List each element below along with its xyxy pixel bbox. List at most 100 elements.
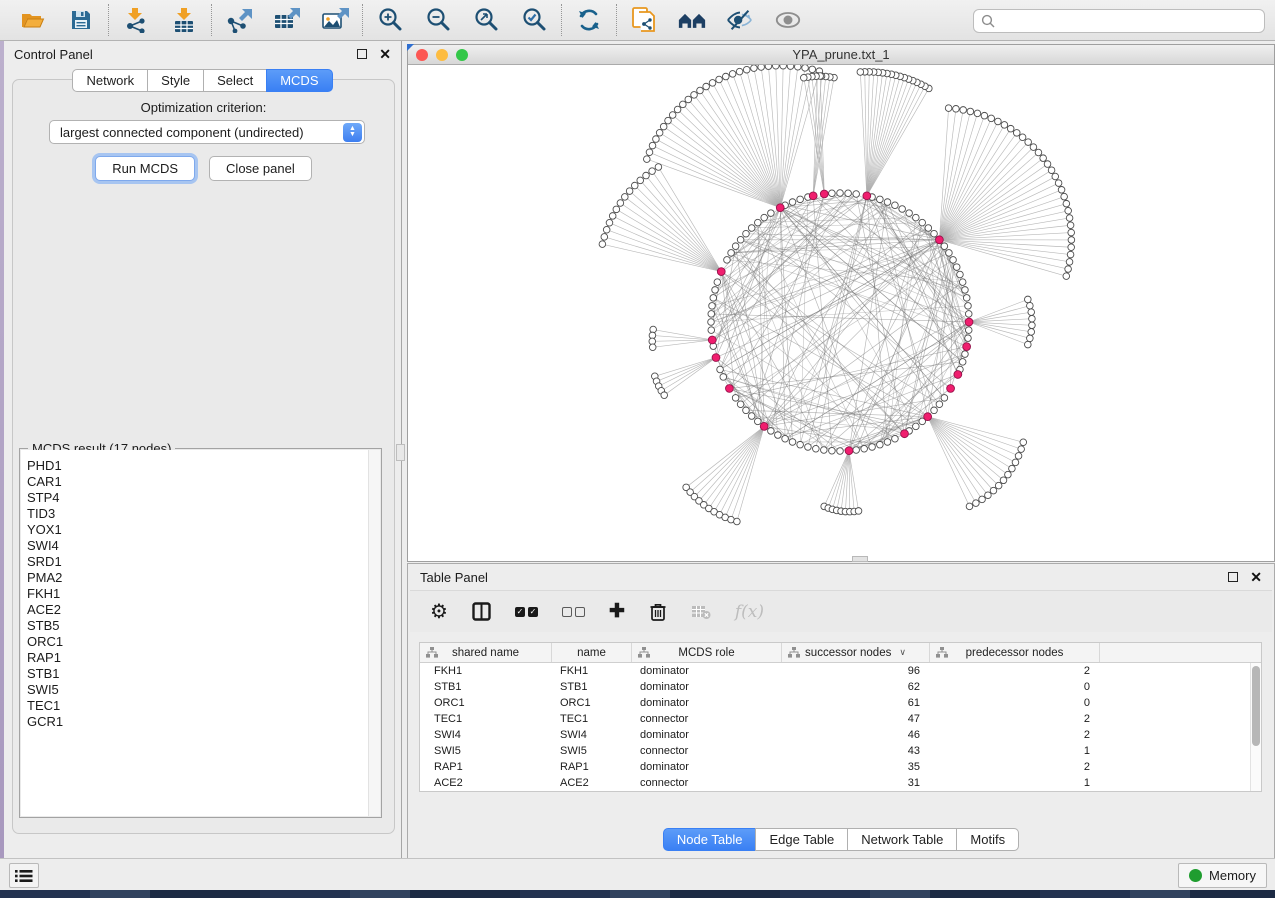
table-row[interactable]: RAP1RAP1dominator352 (420, 759, 1250, 775)
tab-style[interactable]: Style (147, 69, 203, 92)
hide-selected-icon[interactable] (726, 6, 754, 34)
maximize-traffic-light[interactable] (456, 49, 468, 61)
mcds-result-item[interactable]: STB5 (21, 618, 380, 634)
refresh-view-icon[interactable] (575, 6, 603, 34)
column-header-label: name (577, 647, 606, 659)
delete-column-trash-icon[interactable] (649, 602, 667, 622)
float-window-icon[interactable] (357, 49, 367, 59)
mcds-result-item[interactable]: YOX1 (21, 522, 380, 538)
table-cell: ACE2 (420, 777, 552, 789)
tab-node-table[interactable]: Node Table (663, 828, 756, 851)
network-view-window: YPA_prune.txt_1 (407, 44, 1275, 562)
delete-table-icon (691, 604, 711, 620)
tab-network[interactable]: Network (72, 69, 147, 92)
column-namespace-icon (936, 647, 948, 661)
import-network-icon[interactable] (122, 6, 150, 34)
table-scrollbar-track[interactable] (1250, 663, 1261, 791)
tab-motifs[interactable]: Motifs (956, 828, 1019, 851)
table-body: FKH1FKH1dominator962STB1STB1dominator620… (420, 663, 1250, 791)
mcds-result-list[interactable]: PHD1CAR1STP4TID3YOX1SWI4SRD1PMA2FKH1ACE2… (21, 450, 380, 816)
show-all-icon[interactable] (774, 6, 802, 34)
mcds-result-item[interactable]: TID3 (21, 506, 380, 522)
mcds-result-item[interactable]: ACE2 (21, 602, 380, 618)
toolbar-group-view (617, 6, 815, 34)
mcds-result-item[interactable]: FKH1 (21, 586, 380, 602)
zoom-in-icon[interactable] (376, 6, 404, 34)
table-row[interactable]: ACE2ACE2connector311 (420, 775, 1250, 791)
mcds-result-item[interactable]: TEC1 (21, 698, 380, 714)
column-header-successor-nodes[interactable]: successor nodes∨ (782, 643, 930, 662)
network-from-selection-icon[interactable] (630, 6, 658, 34)
table-cell: connector (632, 745, 782, 757)
toolbar-group-refresh (562, 6, 616, 34)
tab-edge-table[interactable]: Edge Table (755, 828, 847, 851)
run-mcds-button[interactable]: Run MCDS (95, 156, 195, 181)
tab-network-table[interactable]: Network Table (847, 828, 956, 851)
table-row[interactable]: SWI5SWI5connector431 (420, 743, 1250, 759)
column-header-label: predecessor nodes (966, 647, 1064, 659)
mcds-result-item[interactable]: SRD1 (21, 554, 380, 570)
table-row[interactable]: TEC1TEC1connector472 (420, 711, 1250, 727)
vertical-splitter-handle[interactable] (396, 444, 405, 461)
tab-select[interactable]: Select (203, 69, 266, 92)
criterion-dropdown[interactable]: largest connected component (undirected)… (49, 120, 365, 144)
table-row[interactable]: FKH1FKH1dominator962 (420, 663, 1250, 679)
table-cell: TEC1 (420, 713, 552, 725)
mcds-result-item[interactable]: STP4 (21, 490, 380, 506)
list-scrollbar-track[interactable] (368, 450, 380, 816)
minimize-traffic-light[interactable] (436, 49, 448, 61)
zoom-fit-icon[interactable] (472, 6, 500, 34)
network-graph[interactable] (408, 65, 1274, 561)
deselect-all-icon[interactable] (562, 607, 585, 617)
column-header-name[interactable]: name (552, 643, 632, 662)
zoom-selected-icon[interactable] (520, 6, 548, 34)
close-panel-icon[interactable]: ✕ (1250, 572, 1262, 582)
mcds-result-item[interactable]: GCR1 (21, 714, 380, 730)
zoom-out-icon[interactable] (424, 6, 452, 34)
network-window-titlebar[interactable]: YPA_prune.txt_1 (408, 45, 1274, 65)
mcds-result-item[interactable]: RAP1 (21, 650, 380, 666)
table-settings-gear-icon[interactable]: ⚙ (430, 602, 448, 622)
show-task-history-button[interactable] (9, 863, 39, 888)
table-row[interactable]: SWI4SWI4dominator462 (420, 727, 1250, 743)
memory-button[interactable]: Memory (1178, 863, 1267, 888)
close-traffic-light[interactable] (416, 49, 428, 61)
horizontal-splitter-handle[interactable] (852, 556, 868, 562)
search-input[interactable] (1000, 13, 1264, 29)
network-canvas[interactable] (408, 65, 1274, 561)
table-row[interactable]: STB1STB1dominator620 (420, 679, 1250, 695)
first-neighbors-icon[interactable] (678, 6, 706, 34)
create-column-icon[interactable]: ✚ (609, 603, 625, 621)
column-header-MCDS-role[interactable]: MCDS role (632, 643, 782, 662)
sort-chevron-icon: ∨ (899, 647, 906, 658)
mcds-result-item[interactable]: PHD1 (21, 458, 380, 474)
column-header-predecessor-nodes[interactable]: predecessor nodes (930, 643, 1100, 662)
table-scrollbar-thumb[interactable] (1252, 666, 1260, 746)
column-namespace-icon (638, 647, 650, 661)
export-image-icon[interactable] (321, 6, 349, 34)
select-all-icon[interactable]: ✓✓ (515, 607, 538, 617)
column-header-shared-name[interactable]: shared name (420, 643, 552, 662)
float-window-icon[interactable] (1228, 572, 1238, 582)
mcds-result-item[interactable]: ORC1 (21, 634, 380, 650)
mcds-result-item[interactable]: PMA2 (21, 570, 380, 586)
open-session-icon[interactable] (19, 6, 47, 34)
export-network-icon[interactable] (225, 6, 253, 34)
table-row[interactable]: ORC1ORC1dominator610 (420, 695, 1250, 711)
export-table-icon[interactable] (273, 6, 301, 34)
tab-mcds[interactable]: MCDS (266, 69, 332, 92)
mcds-result-item[interactable]: SWI4 (21, 538, 380, 554)
mcds-result-item[interactable]: CAR1 (21, 474, 380, 490)
close-panel-button[interactable]: Close panel (209, 156, 312, 181)
table-cell: TEC1 (552, 713, 632, 725)
mcds-result-item[interactable]: STB1 (21, 666, 380, 682)
show-columns-icon[interactable] (472, 602, 491, 621)
table-cell: connector (632, 777, 782, 789)
save-session-icon[interactable] (67, 6, 95, 34)
search-box[interactable] (973, 9, 1265, 33)
table-cell: 0 (930, 681, 1100, 693)
import-table-icon[interactable] (170, 6, 198, 34)
close-panel-icon[interactable]: ✕ (379, 49, 391, 59)
table-cell: dominator (632, 761, 782, 773)
mcds-result-item[interactable]: SWI5 (21, 682, 380, 698)
